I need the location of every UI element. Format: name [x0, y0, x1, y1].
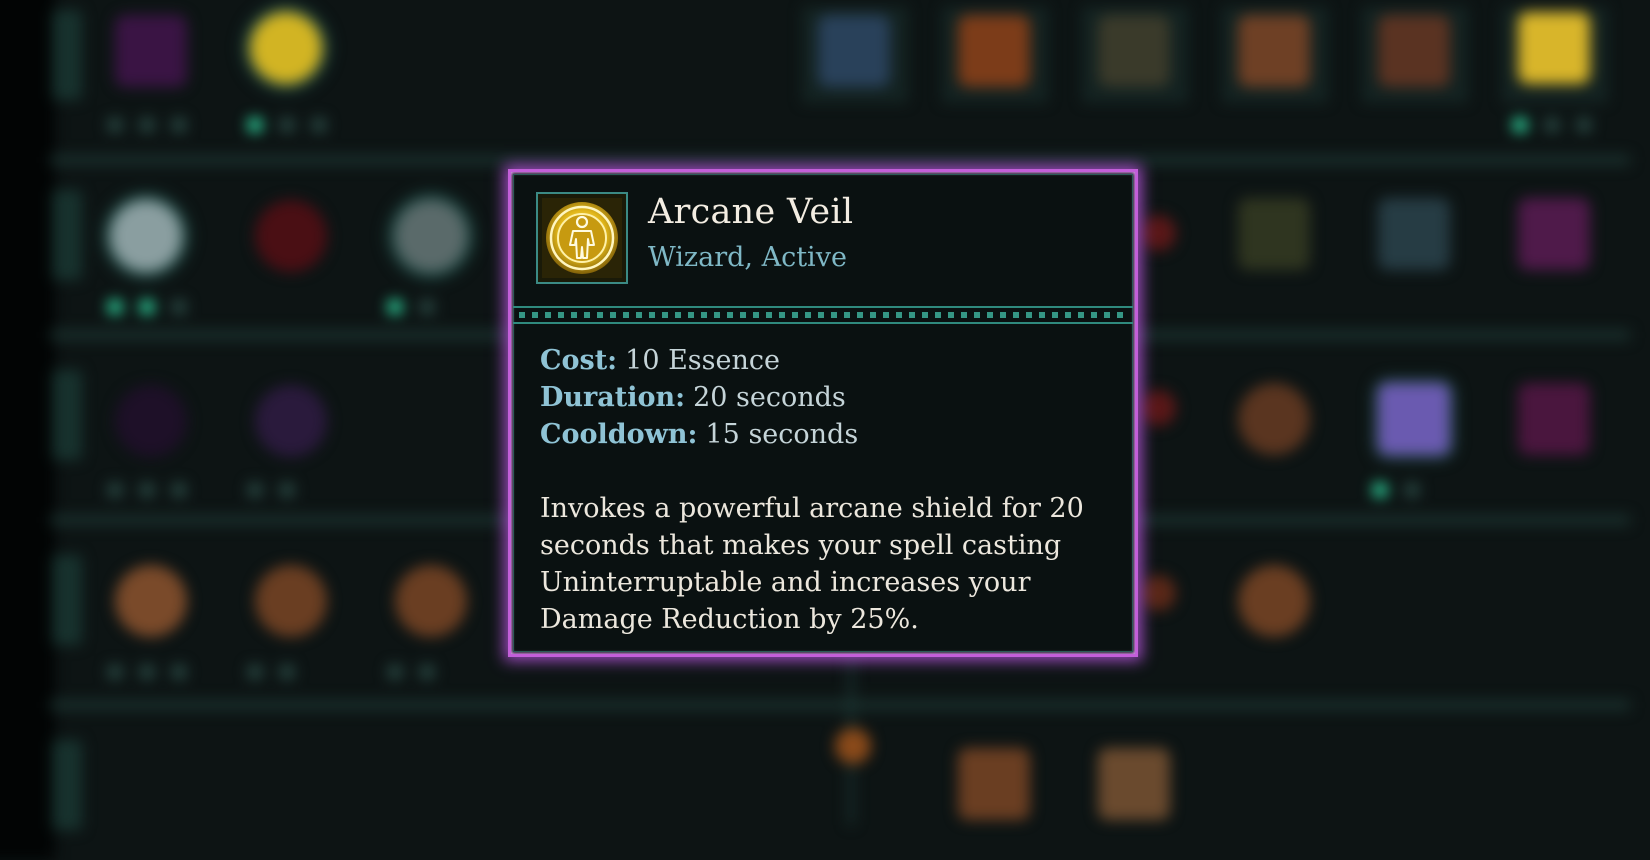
rank-pip: [248, 483, 262, 497]
stat-label: Cost:: [540, 345, 618, 376]
skill-node[interactable]: [115, 15, 187, 87]
stat-cost: Cost: 10 Essence: [540, 345, 780, 376]
rank-pip: [388, 300, 402, 314]
tier-divider: [50, 700, 1630, 710]
skill-node[interactable]: [1140, 215, 1176, 251]
skill-node[interactable]: [255, 200, 327, 272]
skill-node[interactable]: [395, 565, 467, 637]
rank-pip: [1373, 483, 1387, 497]
skill-description: Invokes a powerful arcane shield for 20 …: [540, 490, 1100, 638]
rank-pip: [280, 118, 294, 132]
tier-label: [52, 370, 82, 460]
stat-value: 10 Essence: [625, 345, 780, 376]
left-edge-shadow: [0, 0, 55, 860]
skill-node[interactable]: [1140, 390, 1176, 426]
skill-node[interactable]: [255, 385, 327, 457]
skill-icon-frame: [536, 192, 628, 284]
rank-pip: [1545, 118, 1559, 132]
skill-node[interactable]: [1518, 12, 1590, 84]
stat-label: Cooldown:: [540, 419, 698, 450]
skill-node[interactable]: [818, 15, 890, 87]
rank-pip: [140, 118, 154, 132]
skill-node[interactable]: [115, 565, 187, 637]
rank-pip: [248, 118, 262, 132]
description-line: Uninterruptable and increases your: [540, 567, 1031, 598]
skill-tooltip: Arcane Veil Wizard, Active Cost: 10 Essen…: [508, 169, 1138, 657]
rank-pip: [108, 118, 122, 132]
rank-pip: [280, 665, 294, 679]
rank-pip: [1577, 118, 1591, 132]
skill-node[interactable]: [1140, 575, 1176, 611]
skill-node[interactable]: [1098, 15, 1170, 87]
tier-label: [52, 10, 82, 100]
skill-node[interactable]: [1378, 15, 1450, 87]
tier-label: [52, 740, 82, 830]
rank-pip: [172, 665, 186, 679]
skill-node[interactable]: [835, 728, 871, 764]
stat-label: Duration:: [540, 382, 686, 413]
description-line: Damage Reduction by 25%.: [540, 604, 919, 635]
tier-divider: [50, 155, 1630, 165]
skill-node[interactable]: [958, 15, 1030, 87]
skill-class-type: Wizard, Active: [648, 242, 847, 273]
skill-node[interactable]: [1238, 198, 1310, 270]
rank-pip: [140, 300, 154, 314]
skill-node[interactable]: [1378, 198, 1450, 270]
skill-node[interactable]: [1238, 383, 1310, 455]
description-line: Invokes a powerful arcane shield for 20: [540, 493, 1084, 524]
rank-pip: [108, 483, 122, 497]
rank-pip: [280, 483, 294, 497]
skill-node[interactable]: [1518, 198, 1590, 270]
skill-node[interactable]: [1238, 15, 1310, 87]
rank-pip: [108, 665, 122, 679]
rank-pip: [1405, 483, 1419, 497]
rank-pip: [420, 665, 434, 679]
rank-pip: [172, 483, 186, 497]
tier-label: [52, 555, 82, 645]
golden-arcane-shield-figure-icon: [542, 198, 622, 278]
rank-pip: [172, 118, 186, 132]
rank-pip: [140, 665, 154, 679]
skill-node[interactable]: [255, 565, 327, 637]
rank-pip: [420, 300, 434, 314]
description-line: seconds that makes your spell casting: [540, 530, 1062, 561]
skill-node[interactable]: [395, 200, 467, 272]
skill-name: Arcane Veil: [648, 192, 854, 232]
skill-node[interactable]: [1238, 565, 1310, 637]
stat-duration: Duration: 20 seconds: [540, 382, 846, 413]
rank-pip: [388, 665, 402, 679]
stat-value: 15 seconds: [705, 419, 859, 450]
rank-pip: [312, 118, 326, 132]
rank-pip: [140, 483, 154, 497]
skill-node[interactable]: [115, 385, 187, 457]
rank-pip: [172, 300, 186, 314]
skill-node[interactable]: [1518, 383, 1590, 455]
skill-node[interactable]: [250, 12, 322, 84]
rank-pip: [1513, 118, 1527, 132]
stat-cooldown: Cooldown: 15 seconds: [540, 419, 858, 450]
rank-pip: [248, 665, 262, 679]
tooltip-divider: [513, 306, 1133, 324]
stat-value: 20 seconds: [693, 382, 846, 413]
skill-node[interactable]: [1098, 748, 1170, 820]
skill-node[interactable]: [1378, 383, 1450, 455]
rank-pip: [108, 300, 122, 314]
tier-label: [52, 190, 82, 280]
skill-node[interactable]: [958, 748, 1030, 820]
skill-node[interactable]: [110, 200, 182, 272]
